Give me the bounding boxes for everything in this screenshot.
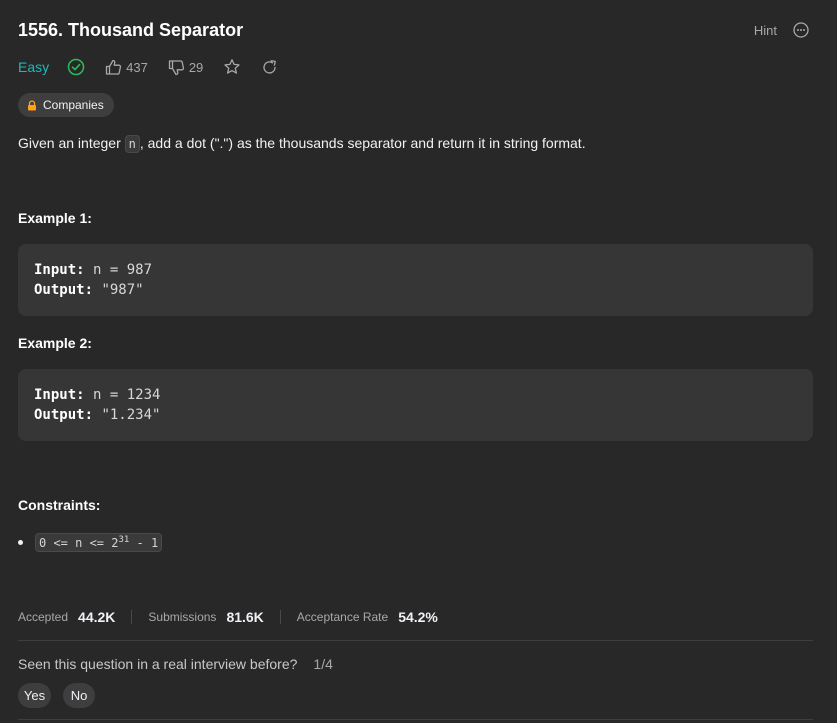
acceptance-rate-value: 54.2% bbox=[398, 609, 438, 625]
dislike-button[interactable]: 29 bbox=[168, 59, 203, 76]
statement-prefix: Given an integer bbox=[18, 135, 125, 151]
constraint-exponent: 31 bbox=[118, 535, 130, 545]
acceptance-rate-label: Acceptance Rate bbox=[296, 610, 389, 624]
example-1-input: n = 987 bbox=[84, 262, 153, 278]
example-2-output-line: Output: "1.234" bbox=[34, 407, 160, 423]
statement-suffix: , add a dot (".") as the thousands separ… bbox=[139, 135, 586, 151]
accepted-label: Accepted bbox=[18, 610, 69, 624]
output-label: Output: bbox=[34, 407, 94, 423]
divider bbox=[131, 610, 133, 624]
example-2-block: Input: n = 1234 Output: "1.234" bbox=[18, 369, 813, 441]
example-1-output-line: Output: "987" bbox=[34, 282, 144, 298]
problem-meta-row: Easy 437 29 bbox=[18, 58, 298, 76]
share-icon[interactable] bbox=[261, 59, 278, 76]
constraint-item: 0 <= n <= 231 - 1 bbox=[18, 533, 163, 552]
input-label: Input: bbox=[34, 262, 85, 278]
star-icon[interactable] bbox=[223, 58, 241, 76]
accepted-value: 44.2K bbox=[78, 609, 116, 625]
output-label: Output: bbox=[34, 282, 94, 298]
hint-button[interactable]: Hint bbox=[754, 23, 777, 38]
yes-button[interactable]: Yes bbox=[18, 683, 51, 708]
example-2-input: n = 1234 bbox=[84, 387, 161, 403]
companies-label: Companies bbox=[43, 98, 104, 112]
bullet-dot bbox=[18, 540, 23, 545]
like-button[interactable]: 437 bbox=[105, 59, 148, 76]
variable-n: n bbox=[124, 135, 140, 153]
constraint-code: 0 <= n <= 231 - 1 bbox=[35, 533, 163, 552]
more-options-icon[interactable] bbox=[793, 22, 809, 38]
divider bbox=[18, 640, 813, 641]
example-2-output: "1.234" bbox=[93, 407, 161, 423]
example-2-title: Example 2: bbox=[18, 335, 92, 351]
thumbs-down-icon bbox=[168, 59, 185, 76]
companies-tag[interactable]: Companies bbox=[18, 93, 114, 117]
lock-icon bbox=[27, 99, 37, 111]
problem-description-panel: 1556. Thousand Separator Hint Easy 437 2… bbox=[18, 0, 813, 723]
divider bbox=[279, 610, 281, 624]
like-count: 437 bbox=[126, 59, 148, 75]
top-actions: Hint bbox=[754, 22, 809, 38]
interview-question: Seen this question in a real interview b… bbox=[18, 656, 333, 672]
stats-row: Accepted 44.2K Submissions 81.6K Accepta… bbox=[18, 609, 438, 625]
interview-progress: 1/4 bbox=[313, 656, 333, 672]
submissions-value: 81.6K bbox=[226, 609, 264, 625]
difficulty-badge: Easy bbox=[18, 59, 50, 75]
example-1-title: Example 1: bbox=[18, 210, 92, 226]
problem-title[interactable]: 1556. Thousand Separator bbox=[18, 20, 243, 41]
constraint-prefix: 0 <= n <= 2 bbox=[39, 536, 119, 550]
constraints-title: Constraints: bbox=[18, 497, 101, 513]
constraint-suffix: - 1 bbox=[129, 536, 159, 550]
example-2-input-line: Input: n = 1234 bbox=[34, 387, 160, 403]
dislike-count: 29 bbox=[188, 59, 204, 75]
submissions-label: Submissions bbox=[148, 610, 217, 624]
example-1-output: "987" bbox=[93, 282, 144, 298]
example-1-block: Input: n = 987 Output: "987" bbox=[18, 244, 813, 316]
solved-check-icon bbox=[67, 58, 85, 76]
no-button[interactable]: No bbox=[63, 683, 95, 708]
problem-statement: Given an integer n, add a dot (".") as t… bbox=[18, 135, 586, 153]
interview-question-text: Seen this question in a real interview b… bbox=[18, 656, 298, 672]
input-label: Input: bbox=[34, 387, 85, 403]
example-1-input-line: Input: n = 987 bbox=[34, 262, 152, 278]
thumbs-up-icon bbox=[105, 59, 122, 76]
divider bbox=[18, 719, 813, 720]
